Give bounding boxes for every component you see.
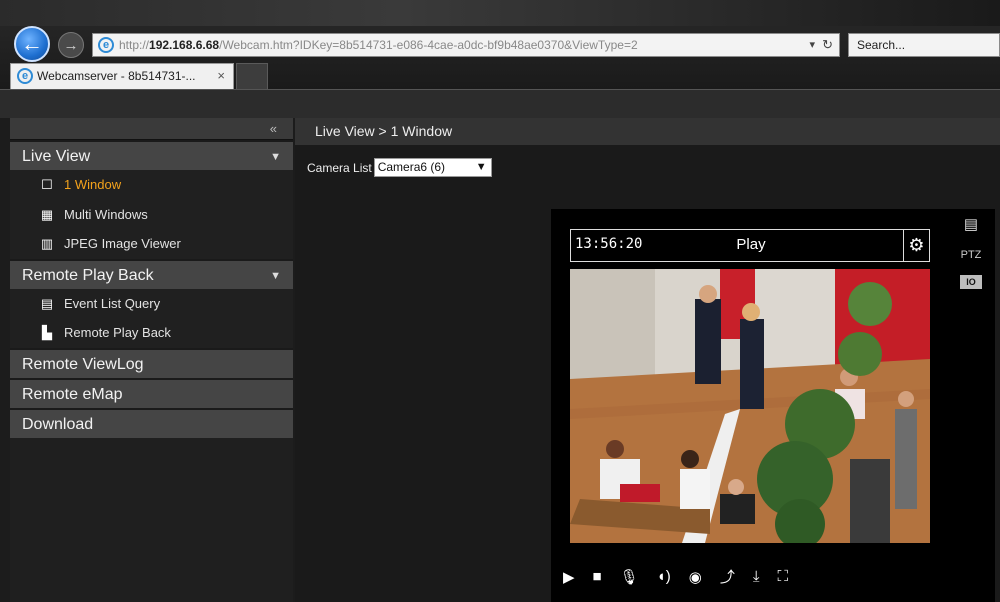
caret-down-icon: ▼ (270, 269, 281, 282)
section-live-view[interactable]: Live View ▼ (10, 140, 293, 170)
camera-select[interactable]: Camera6 (6) ▼ (373, 158, 492, 177)
sidebar-item-label: Event List Query (64, 295, 161, 311)
document-icon: ▤ (40, 295, 54, 311)
camera-list-row: Camera List Camera6 (6) ▼ (307, 158, 492, 177)
ie-page-icon: e (98, 37, 114, 53)
grid-icon: ▦ (40, 206, 54, 222)
ptz-button[interactable]: PTZ (951, 249, 991, 261)
browser-toolbar (0, 89, 1000, 118)
camera-list-label: Camera List (307, 160, 372, 175)
search-input[interactable]: Search... (848, 33, 1000, 57)
camera-snapshot-icon[interactable]: ◉ (689, 568, 702, 586)
speed-icon[interactable]: ⤴ (720, 566, 735, 587)
sidebar-item-label: Remote Play Back (64, 325, 171, 340)
section-remote-viewlog[interactable]: Remote ViewLog (10, 347, 293, 378)
gear-icon[interactable]: ⚙ (903, 230, 929, 261)
player-status-bar: 13:56:20 Play ⚙ (570, 229, 930, 262)
section-remote-emap[interactable]: Remote eMap (10, 377, 293, 408)
section-label: Download (22, 415, 94, 433)
section-remote-play-back[interactable]: Remote Play Back ▼ (10, 258, 293, 289)
speaker-icon[interactable]: ◖) (657, 568, 671, 585)
section-label: Remote eMap (22, 385, 123, 403)
film-icon: ▥ (40, 236, 54, 251)
sidebar-item-event-list-query[interactable]: ▤ Event List Query (10, 288, 293, 318)
breadcrumb: Live View > 1 Window (295, 118, 1000, 145)
window-titlebar (0, 0, 1000, 26)
address-bar[interactable]: e http://192.168.6.68/Webcam.htm?IDKey=8… (92, 33, 840, 57)
playback-icon: ▙ (42, 325, 52, 340)
back-button[interactable]: ← (14, 26, 50, 62)
url-path: /Webcam.htm?IDKey=8b514731-e086-4cae-a0d… (219, 38, 638, 52)
sidebar-collapse-button[interactable]: « (10, 118, 293, 140)
sidebar-item-1-window[interactable]: ☐ 1 Window (10, 170, 293, 200)
main-content: Live View > 1 Window Camera List Camera6… (295, 118, 1000, 602)
video-player: 13:56:20 Play ⚙ ▶ ■ 🎙︎ ◖) ◉ ⤴ ⤓ ⛶ ▤ PTZ … (551, 209, 995, 602)
player-controls: ▶ ■ 🎙︎ ◖) ◉ ⤴ ⤓ ⛶ (563, 566, 788, 587)
fullscreen-icon[interactable]: ⛶ (777, 568, 788, 585)
player-side-tools: ▤ PTZ IO (951, 215, 991, 289)
camera-select-value: Camera6 (6) (377, 160, 446, 174)
refresh-icon[interactable]: ↻ (822, 34, 833, 56)
url-host: 192.168.6.68 (149, 38, 220, 52)
io-button[interactable]: IO (960, 275, 982, 289)
tab-title: Webcamserver - 8b514731-... (37, 69, 196, 83)
download-icon[interactable]: ⤓ (753, 568, 760, 585)
tab-close-icon[interactable]: × (217, 64, 225, 88)
sidebar-item-jpeg-viewer[interactable]: ▥ JPEG Image Viewer (10, 229, 293, 259)
square-icon: ☐ (41, 177, 53, 192)
play-icon[interactable]: ▶ (563, 568, 575, 586)
forward-button[interactable]: → (58, 32, 84, 58)
camera-feed-image (570, 269, 930, 543)
section-label: Remote Play Back (22, 266, 154, 284)
browser-tab[interactable]: e Webcamserver - 8b514731-... × (10, 63, 234, 89)
sidebar: « Live View ▼ ☐ 1 Window ▦ Multi Windows ▥… (10, 118, 293, 602)
sidebar-item-multi-windows[interactable]: ▦ Multi Windows (10, 199, 293, 229)
stop-icon[interactable]: ■ (593, 568, 602, 585)
player-state: Play (736, 236, 766, 253)
ie-tab-icon: e (17, 68, 33, 84)
section-label: Remote ViewLog (22, 355, 144, 373)
video-frame[interactable] (570, 269, 930, 543)
new-tab-button[interactable] (236, 63, 268, 89)
app-root: ← → e http://192.168.6.68/Webcam.htm?IDK… (0, 0, 1000, 602)
caret-down-icon: ▼ (270, 151, 281, 163)
section-label: Live View (22, 148, 91, 165)
sidebar-item-label: 1 Window (64, 177, 122, 192)
browser-chrome: ← → e http://192.168.6.68/Webcam.htm?IDK… (0, 0, 1000, 118)
section-download[interactable]: Download (10, 407, 293, 438)
url-prefix: http:// (119, 38, 150, 52)
address-dropdown-icon[interactable]: ▾ (809, 34, 815, 56)
document-icon[interactable]: ▤ (951, 215, 991, 233)
chevron-down-icon: ▼ (475, 161, 487, 173)
sidebar-item-label: Multi Windows (64, 206, 148, 222)
sidebar-item-remote-play-back[interactable]: ▙ Remote Play Back (10, 318, 293, 348)
sidebar-item-label: JPEG Image Viewer (64, 236, 181, 251)
microphone-icon[interactable]: 🎙︎ (620, 568, 639, 586)
